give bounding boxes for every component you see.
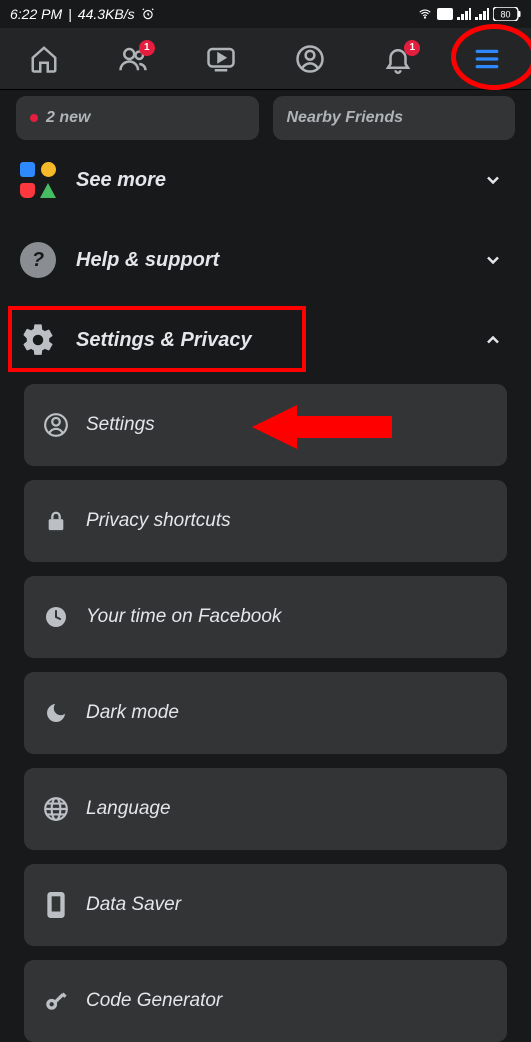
svg-text:80: 80 [500,10,510,20]
red-dot-icon [30,114,38,122]
shortcut-cards-row: 2 new Nearby Friends [0,96,531,140]
volte-icon [437,8,453,20]
nav-friends[interactable]: 1 [103,44,163,74]
status-right-icons: 80 [417,7,521,21]
card-new-label: 2 new [46,109,90,127]
help-icon: ? [20,242,56,278]
chevron-up-icon [483,330,503,350]
lock-icon [42,508,70,534]
subitem-label: Settings [86,414,155,436]
settings-privacy-subitems: Settings Privacy shortcuts Your time on … [0,384,531,1042]
friends-badge: 1 [139,40,155,56]
card-nearby-label: Nearby Friends [287,109,403,127]
moon-icon [42,701,70,725]
see-more-label: See more [76,169,166,192]
top-nav: 1 1 [0,28,531,90]
menu-settings-privacy[interactable]: Settings & Privacy [0,300,531,380]
subitem-label: Privacy shortcuts [86,510,231,532]
subitem-dark-mode[interactable]: Dark mode [24,672,507,754]
nav-notifications[interactable]: 1 [368,44,428,74]
subitem-code-generator[interactable]: Code Generator [24,960,507,1042]
chevron-down-icon [483,170,503,190]
nav-watch[interactable] [191,44,251,74]
gear-icon [20,322,56,358]
profile-icon [295,44,325,74]
annotation-arrow [252,402,392,452]
card-new-activity[interactable]: 2 new [16,96,259,140]
help-label: Help & support [76,249,219,272]
nav-home[interactable] [14,44,74,74]
wifi-icon [417,7,433,21]
phone-icon [42,892,70,918]
signal-1-icon [457,8,471,20]
subitem-label: Dark mode [86,702,179,724]
subitem-data-saver[interactable]: Data Saver [24,864,507,946]
chevron-down-icon [483,250,503,270]
notif-badge: 1 [404,40,420,56]
status-bar: 6:22 PM | 44.3KB/s 80 [0,0,531,28]
see-more-icon [20,162,56,198]
menu-see-more[interactable]: See more [0,140,531,220]
globe-icon [42,796,70,822]
card-nearby-friends[interactable]: Nearby Friends [273,96,516,140]
hamburger-icon [472,46,502,72]
subitem-privacy-shortcuts[interactable]: Privacy shortcuts [24,480,507,562]
signal-2-icon [475,8,489,20]
profile-circle-icon [42,412,70,438]
settings-privacy-label: Settings & Privacy [76,329,252,352]
key-icon [42,988,70,1014]
home-icon [29,44,59,74]
status-time: 6:22 PM [10,6,62,22]
subitem-language[interactable]: Language [24,768,507,850]
subitem-settings[interactable]: Settings [24,384,507,466]
subitem-label: Language [86,798,171,820]
subitem-label: Data Saver [86,894,181,916]
status-net-speed: 44.3KB/s [78,6,135,22]
clock-icon [42,605,70,629]
battery-icon: 80 [493,7,521,21]
subitem-label: Your time on Facebook [86,606,281,628]
subitem-your-time[interactable]: Your time on Facebook [24,576,507,658]
nav-menu[interactable] [457,46,517,72]
watch-icon [205,44,237,74]
menu-help-support[interactable]: ? Help & support [0,220,531,300]
subitem-label: Code Generator [86,990,222,1012]
alarm-icon [141,7,155,21]
nav-profile[interactable] [280,44,340,74]
